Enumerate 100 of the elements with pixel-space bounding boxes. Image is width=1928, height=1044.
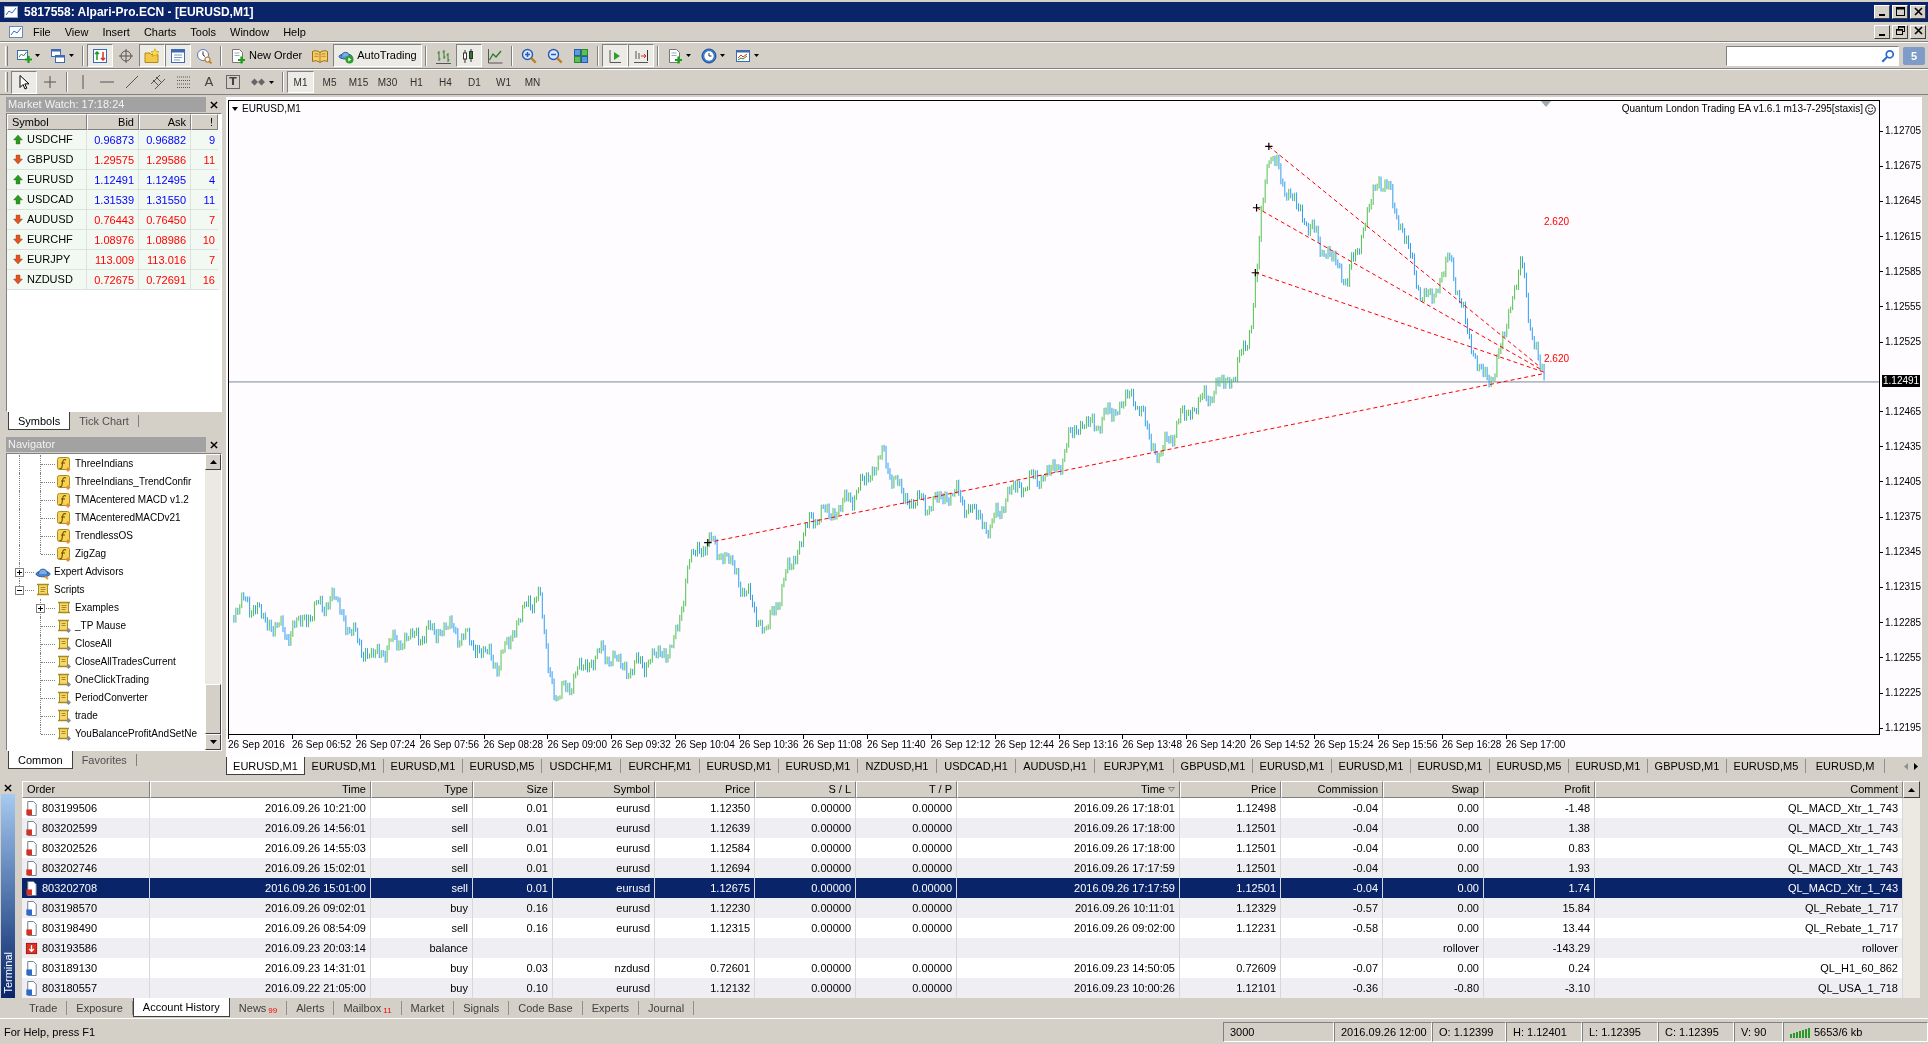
- chart-tab[interactable]: GBPUSD,M1: [1174, 759, 1253, 773]
- menu-item[interactable]: Tools: [183, 23, 223, 40]
- chart-tab[interactable]: NZDUSD,H1: [858, 759, 937, 773]
- terminal-tab[interactable]: Market: [401, 1001, 455, 1015]
- terminal-tab[interactable]: Alerts: [287, 1001, 335, 1015]
- timeframe-button[interactable]: M30: [374, 71, 401, 93]
- terminal-tab[interactable]: Exposure: [67, 1001, 133, 1015]
- chart-tab[interactable]: EURUSD,M: [1806, 759, 1885, 773]
- table-row[interactable]: 803189130 2016.09.23 14:31:01 buy 0.03 nzdusd 0.72601 0.00000 0.00000 2016.09.23 14:50:05 0.72609 -0.07 0.00 0.24 QL_H1_60_862: [22, 958, 1903, 978]
- column-header[interactable]: Price: [655, 781, 755, 798]
- column-header[interactable]: Symbol: [553, 781, 655, 798]
- scrollbar[interactable]: [205, 454, 221, 750]
- terminal-tab[interactable]: Code Base: [509, 1001, 583, 1015]
- table-row[interactable]: 803202599 2016.09.26 14:56:01 sell 0.01 eurusd 1.12639 0.00000 0.00000 2016.09.26 17:18:00 1.12501 -0.04 0.00 1.38 QL_MACD_Xtr_1_743: [22, 818, 1903, 838]
- tree-item[interactable]: trade: [75, 709, 98, 723]
- autotrading-button[interactable]: AutoTrading: [333, 44, 422, 67]
- tree-item[interactable]: ThreeIndians: [75, 457, 134, 471]
- chart-tab[interactable]: EURUSD,M1: [1569, 759, 1648, 773]
- tree-item[interactable]: CloseAllTradesCurrent: [75, 655, 176, 669]
- text-tool-button[interactable]: A: [197, 70, 221, 94]
- column-header[interactable]: S / L: [755, 781, 856, 798]
- timeframe-button[interactable]: M1: [287, 71, 314, 93]
- column-header[interactable]: Symbol: [7, 114, 87, 130]
- tree-item[interactable]: ZigZag: [75, 547, 107, 561]
- minus-box-icon[interactable]: [15, 586, 24, 595]
- timeframe-button[interactable]: MN: [519, 71, 546, 93]
- label-tool-button[interactable]: T: [221, 70, 245, 94]
- minimize-button[interactable]: [1874, 5, 1890, 19]
- tree-item[interactable]: TrendlessOS: [75, 529, 133, 543]
- right-arrow-icon[interactable]: [1914, 762, 1918, 770]
- menu-item[interactable]: View: [57, 23, 96, 40]
- search-field[interactable]: [1726, 45, 1899, 66]
- table-row[interactable]: 803180557 2016.09.22 21:05:00 buy 0.10 eurusd 1.12132 0.00000 0.00000 2016.09.23 10:00:26 1.12101 -0.36 -0.80 -3.10 QL_USA_1_718: [22, 978, 1903, 998]
- chart-tab[interactable]: EURUSD,M1: [1411, 759, 1490, 773]
- close-button[interactable]: [1910, 5, 1926, 19]
- menu-item[interactable]: File: [26, 23, 58, 40]
- tree-item[interactable]: _TP Mause: [75, 619, 126, 633]
- menu-item[interactable]: Charts: [136, 23, 184, 40]
- scrollbar[interactable]: [1903, 781, 1920, 998]
- restore-button[interactable]: [1892, 24, 1908, 39]
- panel-tab[interactable]: Favorites: [72, 751, 136, 769]
- column-header[interactable]: Profit: [1484, 781, 1595, 798]
- panel-tab[interactable]: Symbols: [8, 412, 71, 430]
- timeframe-button[interactable]: W1: [490, 71, 517, 93]
- tree-item[interactable]: OneClickTrading: [75, 673, 150, 687]
- timeframe-button[interactable]: H4: [432, 71, 459, 93]
- terminal-tab[interactable]: Journal: [639, 1001, 695, 1015]
- toolbar-button[interactable]: [627, 44, 654, 67]
- toolbar-button[interactable]: [165, 44, 191, 67]
- table-row[interactable]: 803202526 2016.09.26 14:55:03 sell 0.01 eurusd 1.12584 0.00000 0.00000 2016.09.26 17:18:00 1.12501 -0.04 0.00 0.83 QL_MACD_Xtr_1_743: [22, 838, 1903, 858]
- column-header[interactable]: Time: [150, 781, 371, 798]
- column-header[interactable]: Type: [371, 781, 473, 798]
- chart-tab[interactable]: USDCHF,M1: [542, 759, 621, 773]
- menu-item[interactable]: Help: [276, 23, 313, 40]
- chart-tab[interactable]: EURCHF,M1: [621, 759, 700, 773]
- chart-tab[interactable]: EURUSD,M1: [700, 759, 779, 773]
- column-header[interactable]: T / P: [856, 781, 957, 798]
- tree-item[interactable]: TMAcentered MACD v1.2: [75, 493, 189, 507]
- column-header[interactable]: Size: [473, 781, 553, 798]
- caret-icon[interactable]: [232, 107, 238, 111]
- plus-box-icon[interactable]: [15, 568, 24, 577]
- timeframe-button[interactable]: H1: [403, 71, 430, 93]
- column-header[interactable]: Time: [957, 781, 1180, 798]
- plus-box-icon[interactable]: [36, 604, 45, 613]
- menu-item[interactable]: Insert: [95, 23, 137, 40]
- terminal-tab[interactable]: Signals: [454, 1001, 510, 1015]
- tree-item[interactable]: ThreeIndians_TrendConfir: [75, 475, 192, 489]
- table-row[interactable]: 803199506 2016.09.26 10:21:00 sell 0.01 eurusd 1.12350 0.00000 0.00000 2016.09.26 17:18:01 1.12498 -0.04 0.00 -1.48 QL_MACD_Xtr_1_743: [22, 798, 1903, 818]
- terminal-tab[interactable]: Account History: [132, 998, 230, 1017]
- toolbar-button[interactable]: [11, 70, 37, 94]
- column-header[interactable]: Ask: [139, 114, 191, 130]
- minimize-button[interactable]: [1874, 24, 1890, 39]
- column-header[interactable]: Order: [22, 781, 150, 798]
- column-header[interactable]: Commission: [1281, 781, 1383, 798]
- chart-tab[interactable]: EURUSD,M1: [384, 759, 463, 773]
- new-order-button[interactable]: New Order: [225, 44, 308, 67]
- column-header[interactable]: Comment: [1595, 781, 1903, 798]
- column-header[interactable]: Bid: [87, 114, 139, 130]
- scroll-up-button[interactable]: [205, 454, 221, 470]
- table-row[interactable]: 803202708 2016.09.26 15:01:00 sell 0.01 eurusd 1.12675 0.00000 0.00000 2016.09.26 17:17:59 1.12501 -0.04 0.00 1.74 QL_MACD_Xtr_1_743: [22, 878, 1903, 898]
- table-row[interactable]: 803198490 2016.09.26 08:54:09 sell 0.16 eurusd 1.12315 0.00000 0.00000 2016.09.26 09:02:00 1.12231 -0.58 0.00 13.44 QL_Rebate_1_717: [22, 918, 1903, 938]
- chart-tab[interactable]: EURUSD,M1: [1253, 759, 1332, 773]
- chart-tab[interactable]: EURUSD,M1: [779, 759, 858, 773]
- table-row[interactable]: 803202746 2016.09.26 15:02:01 sell 0.01 eurusd 1.12694 0.00000 0.00000 2016.09.26 17:17:59 1.12501 -0.04 0.00 1.93 QL_MACD_Xtr_1_743: [22, 858, 1903, 878]
- scroll-up-button[interactable]: [1903, 781, 1920, 798]
- tree-item[interactable]: Expert Advisors: [54, 565, 124, 579]
- chart-tab[interactable]: EURUSD,M5: [1727, 759, 1806, 773]
- table-row[interactable]: 803198570 2016.09.26 09:02:01 buy 0.16 eurusd 1.12230 0.00000 0.00000 2016.09.26 10:11:01 1.12329 -0.57 0.00 15.84 QL_Rebate_1_717: [22, 898, 1903, 918]
- chart-tab[interactable]: EURUSD,M1: [305, 759, 384, 773]
- tree-item[interactable]: Examples: [75, 601, 119, 615]
- chart-tab[interactable]: EURUSD,M1: [1332, 759, 1411, 773]
- column-header[interactable]: Swap: [1383, 781, 1484, 798]
- panel-tab[interactable]: Tick Chart: [70, 412, 138, 430]
- tree-item[interactable]: PeriodConverter: [75, 691, 148, 705]
- chart-tab[interactable]: EURUSD,M1: [226, 757, 305, 775]
- toolbar-button[interactable]: [455, 44, 482, 67]
- terminal-tab[interactable]: Experts: [582, 1001, 640, 1015]
- close-button[interactable]: [1910, 24, 1926, 39]
- terminal-tab[interactable]: Trade: [20, 1001, 68, 1015]
- column-header[interactable]: Price: [1180, 781, 1281, 798]
